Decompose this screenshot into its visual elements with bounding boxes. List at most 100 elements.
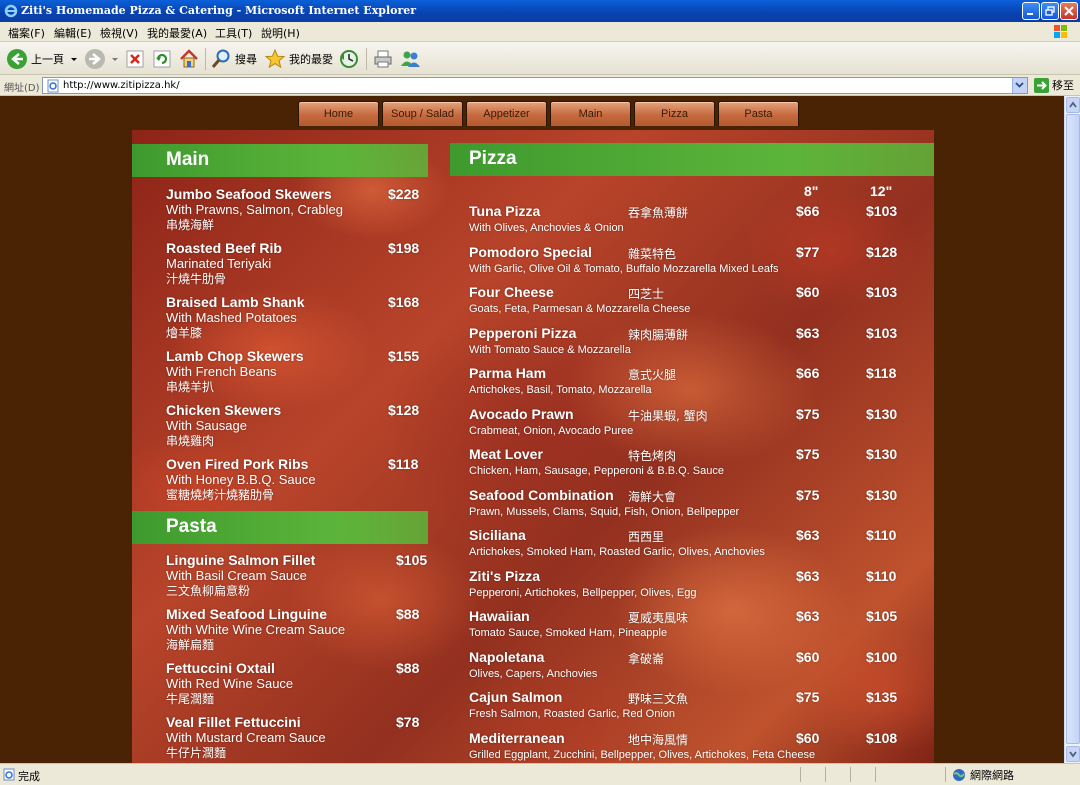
dish-name: Mixed Seafood Linguine bbox=[166, 606, 328, 622]
security-zone: 網際網路 bbox=[952, 767, 1014, 783]
pizza-chinese-name: 地中海風情 bbox=[628, 733, 689, 747]
nav-tab-pizza[interactable]: Pizza bbox=[634, 101, 715, 126]
stop-button[interactable] bbox=[125, 47, 145, 71]
nav-tab-pasta[interactable]: Pasta bbox=[718, 101, 799, 126]
nav-tab-soup-salad[interactable]: Soup / Salad bbox=[382, 101, 463, 126]
pizza-desc: Grilled Eggplant, Zucchini, Bellpepper, … bbox=[469, 749, 816, 761]
dish-chinese-name: 汁燒牛肋骨 bbox=[166, 272, 227, 286]
pizza-price-8: $75 bbox=[796, 446, 820, 462]
pizza-desc: Goats, Feta, Parmesan & Mozzarella Chees… bbox=[469, 303, 691, 315]
maximize-button[interactable] bbox=[1041, 2, 1059, 20]
nav-tab-home[interactable]: Home bbox=[298, 101, 379, 126]
forward-button[interactable] bbox=[84, 47, 120, 71]
close-button[interactable] bbox=[1060, 2, 1078, 20]
pizza-price-8: $66 bbox=[796, 365, 820, 381]
home-icon bbox=[180, 49, 198, 68]
pasta-dish: Fettuccini Oxtail With Red Wine Sauce 牛尾… bbox=[166, 660, 431, 707]
history-button[interactable] bbox=[338, 47, 360, 71]
toolbar-separator bbox=[366, 48, 367, 70]
dish-desc: With Honey B.B.Q. Sauce bbox=[166, 472, 316, 487]
scroll-up-button[interactable] bbox=[1066, 97, 1080, 113]
pasta-dish: Veal Fillet Fettuccini With Mustard Crea… bbox=[166, 714, 431, 761]
windows-flag-icon bbox=[1054, 25, 1067, 38]
page-viewport: Home Soup / Salad Appetizer Main Pizza P… bbox=[0, 96, 1064, 763]
favorites-button[interactable]: 我的最愛 bbox=[264, 47, 333, 71]
dish-price: $228 bbox=[388, 186, 420, 202]
nav-tab-main[interactable]: Main bbox=[550, 101, 631, 126]
pizza-chinese-name: 吞拿魚薄餅 bbox=[628, 206, 689, 220]
address-dropdown-button[interactable] bbox=[1012, 78, 1027, 93]
pizza-price-12: $103 bbox=[866, 325, 898, 341]
pizza-chinese-name: 雜菜特色 bbox=[628, 247, 677, 261]
scroll-thumb[interactable] bbox=[1066, 114, 1080, 744]
dish-chinese-name: 牛仔片濶麵 bbox=[166, 746, 227, 760]
restore-icon bbox=[1045, 6, 1055, 16]
pizza-desc: Olives, Capers, Anchovies bbox=[469, 668, 598, 680]
dish-name: Fettuccini Oxtail bbox=[166, 660, 275, 676]
pizza-chinese-name: 特色烤肉 bbox=[628, 449, 677, 463]
dish-name: Chicken Skewers bbox=[166, 402, 282, 418]
toolbar-separator bbox=[205, 48, 206, 70]
favorites-label: 我的最愛 bbox=[289, 53, 333, 66]
pizza-name: Parma Ham bbox=[469, 365, 547, 381]
pasta-section-header: Pasta bbox=[132, 511, 428, 544]
dish-desc: With Basil Cream Sauce bbox=[166, 568, 307, 583]
dish-chinese-name: 串燒雞肉 bbox=[166, 434, 215, 448]
menu-favorites[interactable]: 我的最愛(A) bbox=[147, 25, 207, 41]
pizza-name: Tuna Pizza bbox=[469, 203, 541, 219]
pizza-price-12: $103 bbox=[866, 203, 898, 219]
search-button[interactable]: 搜尋 bbox=[210, 47, 257, 71]
forward-arrow-icon bbox=[85, 49, 105, 69]
chevron-down-icon bbox=[71, 58, 77, 61]
main-dish: Roasted Beef Rib Marinated Teriyaki 汁燒牛肋… bbox=[166, 240, 426, 287]
pizza-name: Hawaiian bbox=[469, 608, 530, 624]
pizza-price-8: $63 bbox=[796, 568, 820, 584]
pizza-name: Mediterranean bbox=[469, 730, 565, 746]
pizza-price-12: $108 bbox=[866, 730, 898, 746]
address-input[interactable]: http://www.zitipizza.hk/ bbox=[42, 77, 1028, 94]
search-icon bbox=[211, 49, 230, 68]
home-button[interactable] bbox=[178, 47, 200, 71]
menu-view[interactable]: 檢視(V) bbox=[100, 25, 138, 41]
scroll-down-button[interactable] bbox=[1066, 746, 1080, 762]
menu-tools[interactable]: 工具(T) bbox=[215, 25, 252, 41]
dish-chinese-name: 燴羊膝 bbox=[166, 326, 203, 340]
pizza-price-8: $66 bbox=[796, 203, 820, 219]
refresh-button[interactable] bbox=[152, 47, 172, 71]
minimize-button[interactable] bbox=[1022, 2, 1040, 20]
dish-name: Braised Lamb Shank bbox=[166, 294, 305, 310]
vertical-scrollbar[interactable] bbox=[1064, 96, 1080, 763]
dish-chinese-name: 海鮮扁麵 bbox=[166, 638, 215, 652]
main-dish: Jumbo Seafood Skewers With Prawns, Salmo… bbox=[166, 186, 426, 233]
menu-file[interactable]: 檔案(F) bbox=[8, 25, 45, 41]
main-dish: Chicken Skewers With Sausage 串燒雞肉 $128 bbox=[166, 402, 426, 449]
go-label: 移至 bbox=[1052, 79, 1074, 92]
nav-tab-appetizer[interactable]: Appetizer bbox=[466, 101, 547, 126]
minimize-icon bbox=[1027, 13, 1033, 15]
pasta-heading: Pasta bbox=[166, 516, 217, 537]
menu-help[interactable]: 說明(H) bbox=[261, 25, 300, 41]
dish-price: $128 bbox=[388, 402, 420, 418]
pizza-name: Napoletana bbox=[469, 649, 545, 665]
pizza-price-12: $118 bbox=[866, 365, 897, 381]
print-button[interactable] bbox=[372, 47, 394, 71]
status-text: 完成 bbox=[18, 770, 40, 783]
status-separator bbox=[875, 767, 876, 782]
main-dish: Braised Lamb Shank With Mashed Potatoes … bbox=[166, 294, 426, 341]
pizza-name: Pomodoro Special bbox=[469, 244, 592, 260]
back-button[interactable]: 上一頁 bbox=[6, 47, 79, 71]
status-bar: 完成 網際網路 bbox=[0, 763, 1080, 785]
pizza-price-12: $135 bbox=[866, 689, 898, 705]
messenger-button[interactable] bbox=[399, 47, 421, 71]
status-separator bbox=[825, 767, 826, 782]
pizza-chinese-name: 意式火腿 bbox=[628, 368, 677, 382]
menu-edit[interactable]: 編輯(E) bbox=[54, 25, 92, 41]
title-bar: Ziti's Homemade Pizza & Catering - Micro… bbox=[0, 0, 1080, 22]
dish-price: $118 bbox=[388, 456, 419, 472]
site-nav: Home Soup / Salad Appetizer Main Pizza P… bbox=[298, 101, 799, 126]
status-separator bbox=[850, 767, 851, 782]
chevron-down-icon bbox=[1069, 751, 1077, 758]
go-button[interactable]: 移至 bbox=[1034, 77, 1074, 93]
pizza-price-8: $63 bbox=[796, 325, 820, 341]
dish-desc: Marinated Teriyaki bbox=[166, 256, 272, 271]
